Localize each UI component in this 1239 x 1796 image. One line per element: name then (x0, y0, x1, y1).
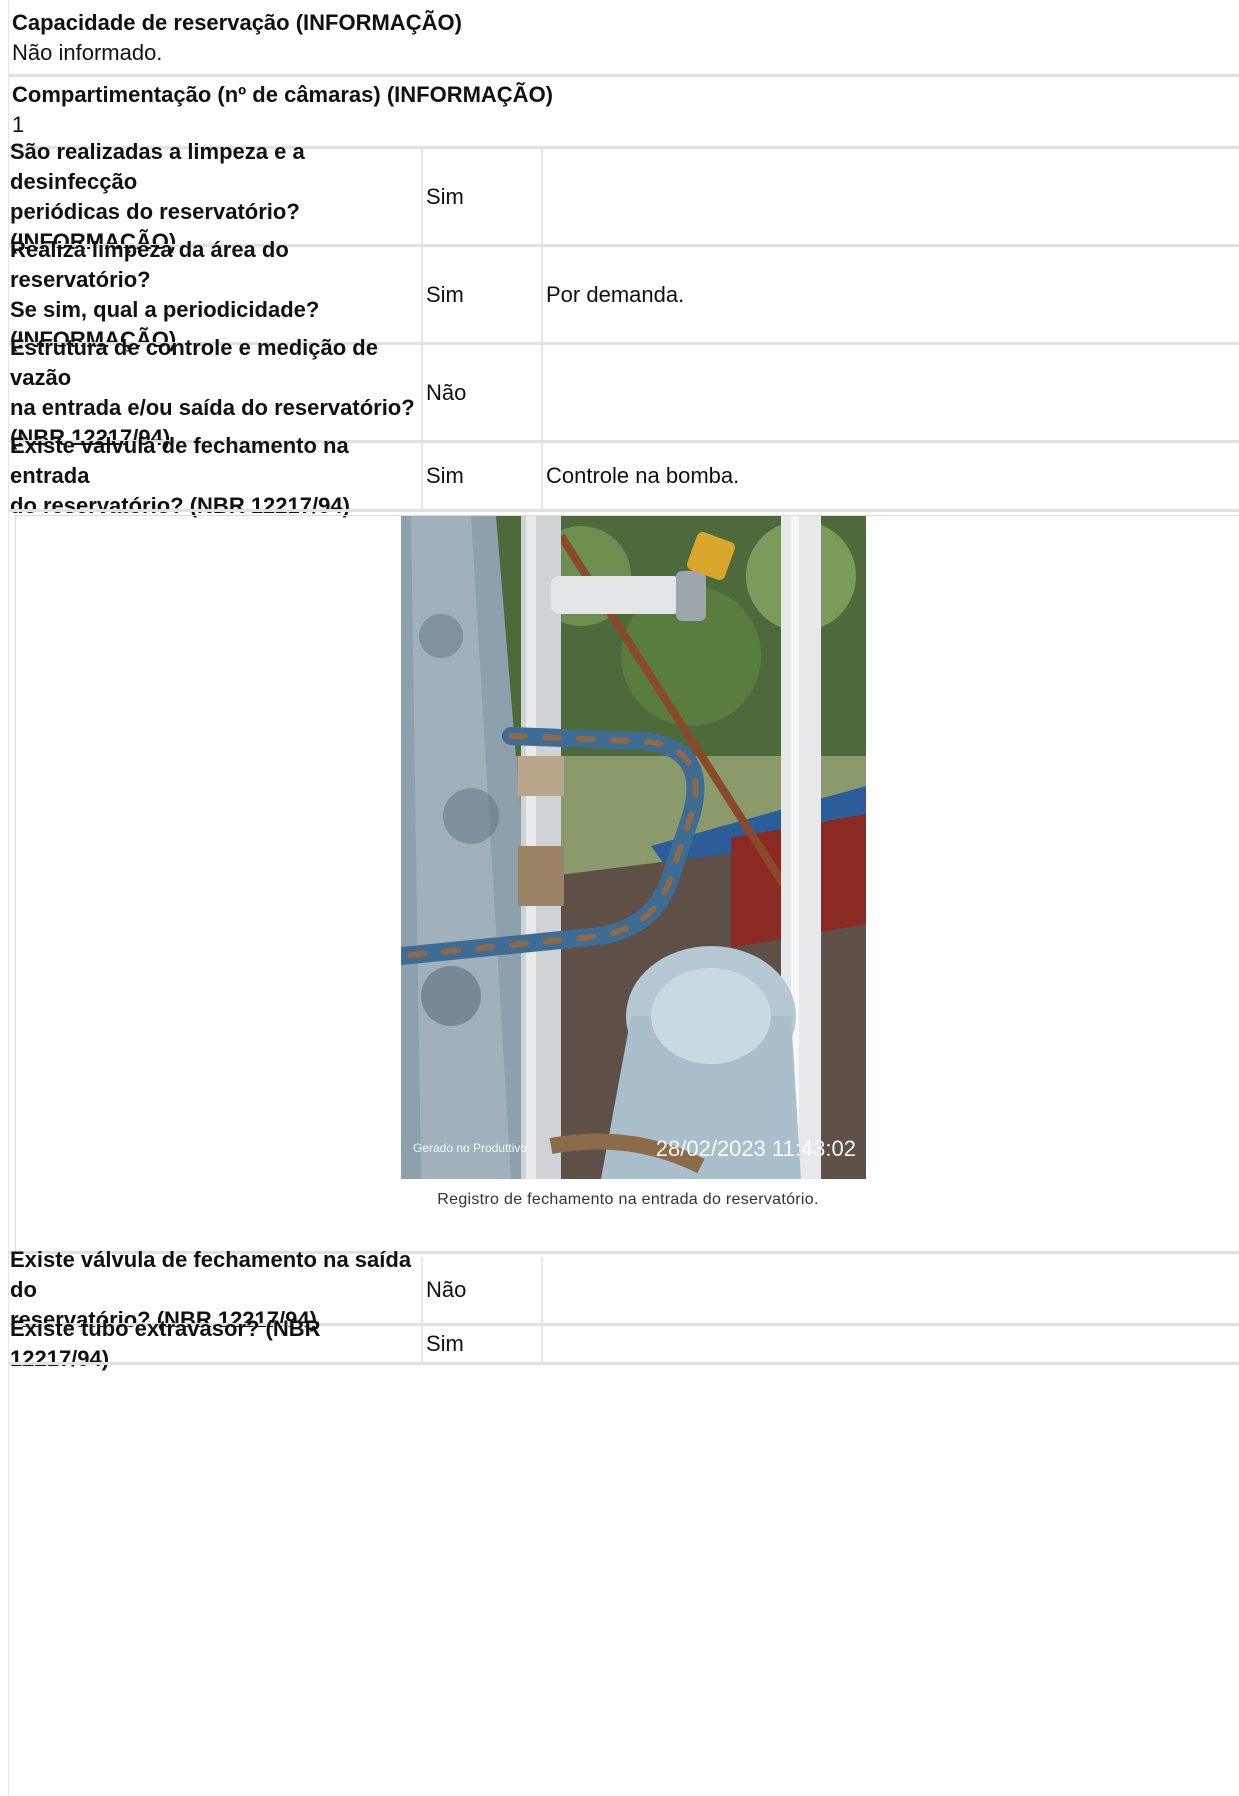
question-cell: Realiza limpeza da área do reservatório?… (9, 237, 421, 352)
question-line: Existe válvula de fechamento na saída do (10, 1247, 412, 1302)
info-value: 1 (12, 112, 25, 137)
question-line: São realizadas a limpeza e a desinfecção (10, 138, 305, 194)
reservoir-valve-photo[interactable]: Gerado no Produttivo 28/02/2023 11:43:02 (401, 516, 866, 1179)
photo-block: Gerado no Produttivo 28/02/2023 11:43:02… (15, 515, 1239, 1252)
question-line: Existe válvula de fechamento na entrada (10, 433, 349, 488)
photo-timestamp: 28/02/2023 11:43:02 (656, 1136, 856, 1161)
question-cell: Existe tubo extravasor? (NBR 12217/94) (9, 1316, 421, 1371)
divider (9, 509, 1239, 512)
note-cell (541, 149, 1239, 244)
note-cell (541, 1257, 1239, 1323)
question-line: Estrutura de controle e medição de vazão (10, 334, 378, 390)
question-line: periódicas do reservatório? (10, 198, 300, 224)
table-row: Existe tubo extravasor? (NBR 12217/94) S… (9, 1316, 1239, 1371)
divider (9, 74, 1239, 77)
note-cell (541, 1326, 1239, 1362)
question-line: Realiza limpeza da área do reservatório? (10, 236, 289, 292)
report-page: Capacidade de reservação (INFORMAÇÃO) Nã… (8, 0, 1239, 1796)
question-cell: Existe válvula de fechamento na entrada … (9, 433, 421, 518)
info-value: Não informado. (12, 40, 163, 65)
note-cell: Por demanda. (541, 247, 1239, 342)
divider (9, 1362, 1239, 1365)
question-line: na entrada e/ou saída do reservatório? (10, 394, 415, 420)
answer-cell: Sim (421, 149, 541, 244)
answer-cell: Sim (421, 247, 541, 342)
question-line: Se sim, qual a periodicidade? (10, 296, 320, 322)
table-row: Existe válvula de fechamento na entrada … (9, 433, 1239, 518)
info-block-capacity: Capacidade de reservação (INFORMAÇÃO) Nã… (9, 8, 1239, 68)
question-cell: São realizadas a limpeza e a desinfecção… (9, 139, 421, 254)
answer-cell: Sim (421, 1326, 541, 1362)
answer-cell: Sim (421, 443, 541, 509)
question-line: Existe tubo extravasor? (NBR 12217/94) (10, 1316, 321, 1371)
table-row: São realizadas a limpeza e a desinfecção… (9, 139, 1239, 254)
question-cell: Estrutura de controle e medição de vazão… (9, 335, 421, 450)
table-row: Estrutura de controle e medição de vazão… (9, 335, 1239, 450)
answer-cell: Não (421, 345, 541, 440)
info-block-compartments: Compartimentação (nº de câmaras) (INFORM… (9, 80, 1239, 140)
photo-watermark: Gerado no Produttivo (413, 1141, 527, 1155)
info-label: Compartimentação (nº de câmaras) (INFORM… (12, 82, 554, 107)
table-row: Realiza limpeza da área do reservatório?… (9, 237, 1239, 352)
answer-cell: Não (421, 1257, 541, 1323)
note-cell: Controle na bomba. (541, 443, 1239, 509)
photo-caption: Registro de fechamento na entrada do res… (437, 1191, 819, 1208)
info-label: Capacidade de reservação (INFORMAÇÃO) (12, 10, 462, 35)
note-cell (541, 345, 1239, 440)
